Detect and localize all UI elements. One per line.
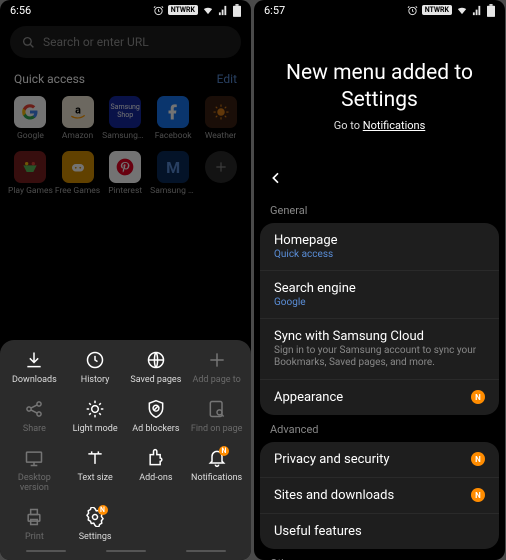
menu-light-mode[interactable]: Light mode — [65, 399, 126, 434]
menu-add-ons[interactable]: Add-ons — [126, 448, 187, 493]
url-bar[interactable]: Search or enter URL — [10, 26, 241, 58]
globe-save-icon — [146, 350, 166, 370]
menu-saved-pages[interactable]: Saved pages — [126, 350, 187, 385]
wifi-icon — [456, 5, 468, 16]
new-badge: N — [471, 452, 485, 466]
search-icon — [22, 36, 35, 49]
alarm-icon — [153, 5, 164, 16]
find-icon — [207, 399, 227, 419]
app-google[interactable]: Google — [8, 92, 53, 145]
menu-ad-blockers[interactable]: Ad blockers — [126, 399, 187, 434]
app-samsung-shop[interactable]: SamsungShopSamsungSh... — [102, 92, 148, 145]
signal-icon — [472, 5, 483, 16]
clock: 6:56 — [10, 4, 31, 17]
status-bar: 6:57 NTWRK — [254, 0, 505, 20]
share-icon — [24, 399, 44, 419]
setting-search-engine[interactable]: Search engine Google — [260, 270, 499, 318]
app-amazon[interactable]: aAmazon — [55, 92, 100, 145]
quick-access-grid: Google aAmazon SamsungShopSamsungSh... F… — [0, 92, 251, 200]
battery-icon — [487, 4, 495, 17]
menu-text-size[interactable]: Text size — [65, 448, 126, 493]
new-badge: N — [219, 446, 229, 456]
app-pinterest[interactable]: Pinterest — [102, 147, 148, 200]
menu-notifications[interactable]: NNotifications — [186, 448, 247, 493]
menu-history[interactable]: History — [65, 350, 126, 385]
status-bar: 6:56 NTWRK — [0, 0, 251, 20]
add-shortcut[interactable] — [198, 147, 243, 200]
setting-homepage[interactable]: Homepage Quick access — [260, 223, 499, 270]
plus-icon — [207, 350, 227, 370]
advanced-list: Privacy and security N Sites and downloa… — [260, 442, 499, 549]
nav-bar — [4, 542, 247, 552]
back-button[interactable] — [254, 160, 505, 196]
new-badge: N — [471, 390, 485, 404]
app-weather[interactable]: Weather — [198, 92, 243, 145]
section-advanced-label: Advanced — [254, 415, 505, 442]
setting-sites-downloads[interactable]: Sites and downloads N — [260, 477, 499, 513]
battery-icon — [233, 4, 241, 17]
menu-downloads[interactable]: Downloads — [4, 350, 65, 385]
setting-useful-features[interactable]: Useful features — [260, 513, 499, 549]
desktop-icon — [24, 448, 44, 468]
clock: 6:57 — [264, 4, 285, 17]
hero-title: New menu added to Settings — [274, 60, 485, 115]
new-badge: N — [471, 488, 485, 502]
app-facebook[interactable]: Facebook — [150, 92, 196, 145]
download-icon — [24, 350, 44, 370]
edit-button[interactable]: Edit — [217, 72, 237, 86]
menu-find-on-page: Find on page — [186, 399, 247, 434]
menu-add-page-to: Add page to — [186, 350, 247, 385]
chevron-left-icon — [268, 170, 284, 186]
right-screen: 6:57 NTWRK New menu added to Settings Go… — [254, 0, 505, 560]
print-icon — [24, 507, 44, 527]
new-badge: N — [98, 505, 108, 515]
vpn-badge: NTWRK — [168, 5, 198, 15]
left-screen: 6:56 NTWRK Search or enter URL Quick acc… — [0, 0, 251, 560]
alarm-icon — [407, 5, 418, 16]
puzzle-icon — [146, 448, 166, 468]
menu-print: Print — [4, 507, 65, 542]
setting-appearance[interactable]: Appearance N — [260, 379, 499, 415]
setting-sync[interactable]: Sync with Samsung Cloud Sign in to your … — [260, 318, 499, 379]
text-size-icon — [85, 448, 105, 468]
app-free-games[interactable]: Free Games — [55, 147, 100, 200]
history-icon — [85, 350, 105, 370]
general-list: Homepage Quick access Search engine Goog… — [260, 223, 499, 415]
wifi-icon — [202, 5, 214, 16]
menu-settings[interactable]: NSettings — [65, 507, 126, 542]
section-general-label: General — [254, 196, 505, 223]
url-placeholder: Search or enter URL — [43, 35, 149, 49]
app-play-games[interactable]: Play Games — [8, 147, 53, 200]
tools-sheet: Downloads History Saved pages Add page t… — [0, 340, 251, 560]
svg-text:a: a — [75, 104, 81, 117]
hero-link[interactable]: Notifications — [363, 119, 426, 132]
shield-block-icon — [146, 399, 166, 419]
hero-banner: New menu added to Settings Go to Notific… — [254, 20, 505, 160]
menu-share: Share — [4, 399, 65, 434]
setting-privacy[interactable]: Privacy and security N — [260, 442, 499, 477]
section-other-label: Other — [254, 549, 505, 560]
vpn-badge: NTWRK — [422, 5, 452, 15]
plus-icon — [214, 160, 228, 174]
quick-access-title: Quick access — [14, 72, 85, 86]
sun-icon — [85, 399, 105, 419]
app-samsung-members[interactable]: MSamsung M... — [150, 147, 196, 200]
menu-desktop-version: Desktop version — [4, 448, 65, 493]
signal-icon — [218, 5, 229, 16]
